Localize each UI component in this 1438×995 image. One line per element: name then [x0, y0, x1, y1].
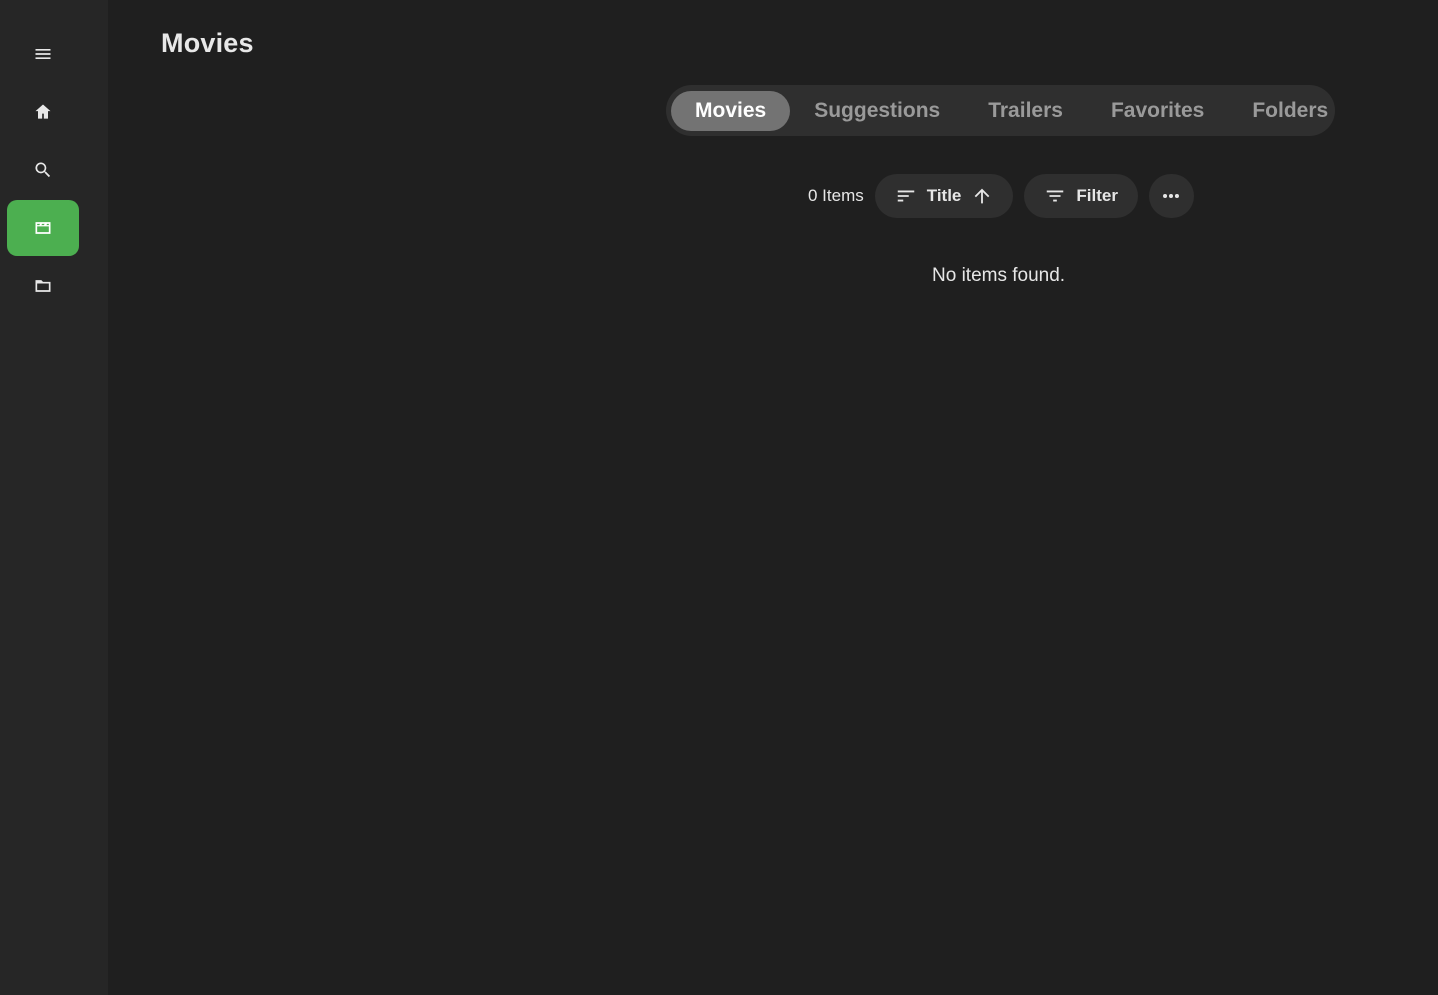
home-icon	[35, 104, 51, 119]
sidebar	[0, 0, 108, 995]
folders-button[interactable]	[7, 258, 79, 314]
search-icon	[35, 162, 51, 178]
library-toolbar: 0 Items Title Filter	[808, 174, 1194, 218]
folder-icon	[35, 280, 51, 292]
home-button[interactable]	[7, 84, 79, 140]
more-options-button[interactable]	[1148, 174, 1194, 218]
tab-bar: Movies Suggestions Trailers Favorites Fo…	[666, 85, 1335, 136]
search-button[interactable]	[7, 142, 79, 198]
more-horiz-icon	[1163, 193, 1180, 199]
movie-icon	[35, 222, 51, 234]
tab-favorites[interactable]: Favorites	[1087, 91, 1228, 131]
filter-icon	[1047, 190, 1064, 202]
item-count: 0 Items	[808, 186, 864, 205]
sort-icon	[897, 190, 914, 202]
filter-label: Filter	[1076, 186, 1118, 205]
arrow-up-icon	[975, 188, 990, 204]
tab-folders[interactable]: Folders	[1228, 91, 1352, 131]
main-content: Movies Movies Suggestions Trailers Favor…	[108, 0, 1438, 995]
empty-state-message: No items found.	[932, 265, 1066, 286]
filter-button[interactable]: Filter	[1024, 174, 1138, 218]
page-title: Movies	[161, 28, 254, 58]
movies-button[interactable]	[7, 200, 79, 256]
menu-button[interactable]	[7, 26, 79, 82]
tab-trailers[interactable]: Trailers	[964, 91, 1087, 131]
sort-button[interactable]: Title	[874, 174, 1014, 218]
menu-icon	[35, 49, 51, 59]
tab-movies[interactable]: Movies	[671, 90, 791, 131]
tab-suggestions[interactable]: Suggestions	[790, 91, 964, 131]
sort-label: Title	[926, 186, 962, 205]
